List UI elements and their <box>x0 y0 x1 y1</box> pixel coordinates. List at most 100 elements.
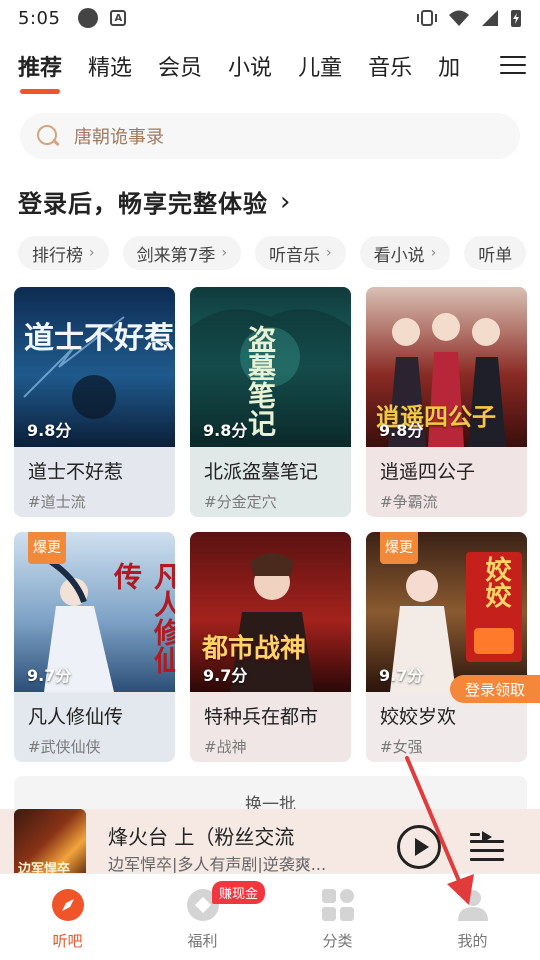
book-meta: 凡人修仙传 #武侠仙侠 <box>14 692 175 762</box>
chip-music[interactable]: 听音乐 › <box>255 236 346 270</box>
nav-label: 听吧 <box>52 932 83 950</box>
app-notification-icon <box>78 8 99 28</box>
tab-kids[interactable]: 儿童 <box>298 48 342 94</box>
status-notification-icons: A <box>78 8 127 28</box>
book-title: 凡人修仙传 <box>28 706 124 728</box>
book-tag: #战神 <box>204 738 247 756</box>
chevron-right-icon: › <box>430 245 437 261</box>
book-score: 9.8分 <box>203 421 248 440</box>
cover-title-art: 道士不好惹 <box>24 321 174 356</box>
book-meta: 特种兵在都市 #战神 <box>190 692 351 762</box>
grid-icon <box>321 889 354 921</box>
login-prompt[interactable]: 登录后，畅享完整体验 › <box>18 184 290 219</box>
login-prompt-text: 登录后，畅享完整体验 <box>18 190 268 218</box>
menu-icon[interactable] <box>500 52 526 78</box>
text-notification-icon: A <box>110 10 127 26</box>
book-title: 逍遥四公子 <box>380 461 476 483</box>
chip-label: 听单 <box>478 245 513 266</box>
book-title: 姣姣岁欢 <box>380 706 457 728</box>
book-meta: 逍遥四公子 #争霸流 <box>366 447 527 517</box>
top-category-tabs: 推荐 精选 会员 小说 儿童 音乐 加 <box>0 48 540 96</box>
tab-music[interactable]: 音乐 <box>368 48 412 94</box>
tab-more-partial[interactable]: 加 <box>438 48 460 94</box>
book-score: 9.8分 <box>27 421 72 440</box>
book-score: 9.7分 <box>27 666 72 685</box>
bottom-navigation: 听吧 福利 赚现金 分类 我的 <box>0 873 540 960</box>
tab-novel[interactable]: 小说 <box>228 48 272 94</box>
book-card[interactable]: 道士不好惹 9.8分 道士不好惹 #道士流 <box>14 287 175 517</box>
player-track-subtitle: 边军悍卒|多人有声剧|逆袭爽... <box>108 855 327 874</box>
hot-badge: 爆更 <box>28 532 66 564</box>
status-bar: 5:05 A <box>0 0 540 36</box>
book-card[interactable]: 盗墓笔记 9.8分 北派盗墓笔记 #分金定穴 <box>190 287 351 517</box>
hot-badge: 爆更 <box>380 532 418 564</box>
person-icon <box>457 890 488 921</box>
chevron-right-icon: › <box>89 245 95 261</box>
chip-label: 剑来第7季 <box>136 245 216 266</box>
book-title: 道士不好惹 <box>28 461 124 483</box>
search-bar[interactable]: 唐朝诡事录 <box>20 113 520 159</box>
book-score: 9.7分 <box>379 666 424 685</box>
book-score: 9.7分 <box>203 666 248 685</box>
nav-label: 分类 <box>322 932 353 950</box>
wifi-icon <box>449 10 469 26</box>
playlist-icon[interactable] <box>470 831 504 861</box>
book-meta: 道士不好惹 #道士流 <box>14 447 175 517</box>
search-icon <box>36 124 60 148</box>
book-title: 北派盗墓笔记 <box>204 461 319 483</box>
vibrate-icon <box>417 10 437 26</box>
quick-chips: 排行榜 › 剑来第7季 › 听音乐 › 看小说 › 听单 <box>18 236 527 270</box>
book-cover: 姣姣 爆更 9.7分 <box>366 532 527 692</box>
nav-label: 福利 <box>187 932 218 950</box>
player-cover[interactable]: 边军悍卒 <box>14 809 86 881</box>
cover-title-art: 都市战神 <box>202 634 307 664</box>
login-claim-button[interactable]: 登录领取 <box>450 675 540 703</box>
book-cover: 凡人修仙传 爆更 9.7分 <box>14 532 175 692</box>
earn-cash-badge: 赚现金 <box>212 881 266 904</box>
book-tag: #武侠仙侠 <box>28 738 101 756</box>
status-time: 5:05 <box>18 7 61 29</box>
book-card[interactable]: 逍遥四公子 9.8分 逍遥四公子 #争霸流 <box>366 287 527 517</box>
book-cover: 都市战神 9.7分 <box>190 532 351 692</box>
chip-label: 听音乐 <box>269 245 321 266</box>
book-card[interactable]: 凡人修仙传 爆更 9.7分 凡人修仙传 #武侠仙侠 <box>14 532 175 762</box>
player-track-title: 烽火台 上（粉丝交流 <box>108 825 295 849</box>
book-tag: #道士流 <box>28 493 86 511</box>
book-score: 9.8分 <box>379 421 424 440</box>
book-card[interactable]: 都市战神 9.7分 特种兵在都市 #战神 <box>190 532 351 762</box>
book-title: 特种兵在都市 <box>204 706 319 728</box>
search-placeholder: 唐朝诡事录 <box>74 127 164 148</box>
tab-featured[interactable]: 精选 <box>88 48 132 94</box>
cover-title-art: 姣姣 <box>481 556 511 608</box>
chevron-right-icon: › <box>221 245 228 261</box>
cover-title-art: 凡人修仙传 <box>110 562 175 674</box>
book-tag: #争霸流 <box>380 493 438 511</box>
nav-welfare[interactable]: 福利 赚现金 <box>135 874 270 960</box>
signal-icon <box>482 10 498 26</box>
nav-listen[interactable]: 听吧 <box>0 874 135 960</box>
tab-vip[interactable]: 会员 <box>158 48 202 94</box>
play-button[interactable] <box>397 825 441 869</box>
chip-playlist[interactable]: 听单 <box>464 236 527 270</box>
chip-label: 看小说 <box>373 245 425 266</box>
chip-jianlai[interactable]: 剑来第7季 › <box>122 236 242 270</box>
chevron-right-icon: › <box>326 245 332 261</box>
chevron-right-icon: › <box>280 186 291 217</box>
compass-icon <box>51 889 84 921</box>
nav-mine[interactable]: 我的 <box>405 874 540 960</box>
chip-label: 排行榜 <box>32 245 83 266</box>
book-cover: 道士不好惹 9.8分 <box>14 287 175 447</box>
chip-read-novel[interactable]: 看小说 › <box>359 236 451 270</box>
nav-label: 我的 <box>457 932 488 950</box>
status-system-icons <box>416 8 522 28</box>
nav-category[interactable]: 分类 <box>270 874 405 960</box>
chip-ranking[interactable]: 排行榜 › <box>18 236 109 270</box>
book-cover: 逍遥四公子 9.8分 <box>366 287 527 447</box>
book-cover: 盗墓笔记 9.8分 <box>190 287 351 447</box>
mini-player[interactable]: 边军悍卒 烽火台 上（粉丝交流 边军悍卒|多人有声剧|逆袭爽... <box>0 809 540 881</box>
battery-icon <box>511 10 521 27</box>
tab-recommend[interactable]: 推荐 <box>18 48 62 94</box>
book-tag: #分金定穴 <box>204 493 277 511</box>
book-meta: 北派盗墓笔记 #分金定穴 <box>190 447 351 517</box>
book-card[interactable]: 姣姣 爆更 9.7分 姣姣岁欢 #女强 <box>366 532 527 762</box>
